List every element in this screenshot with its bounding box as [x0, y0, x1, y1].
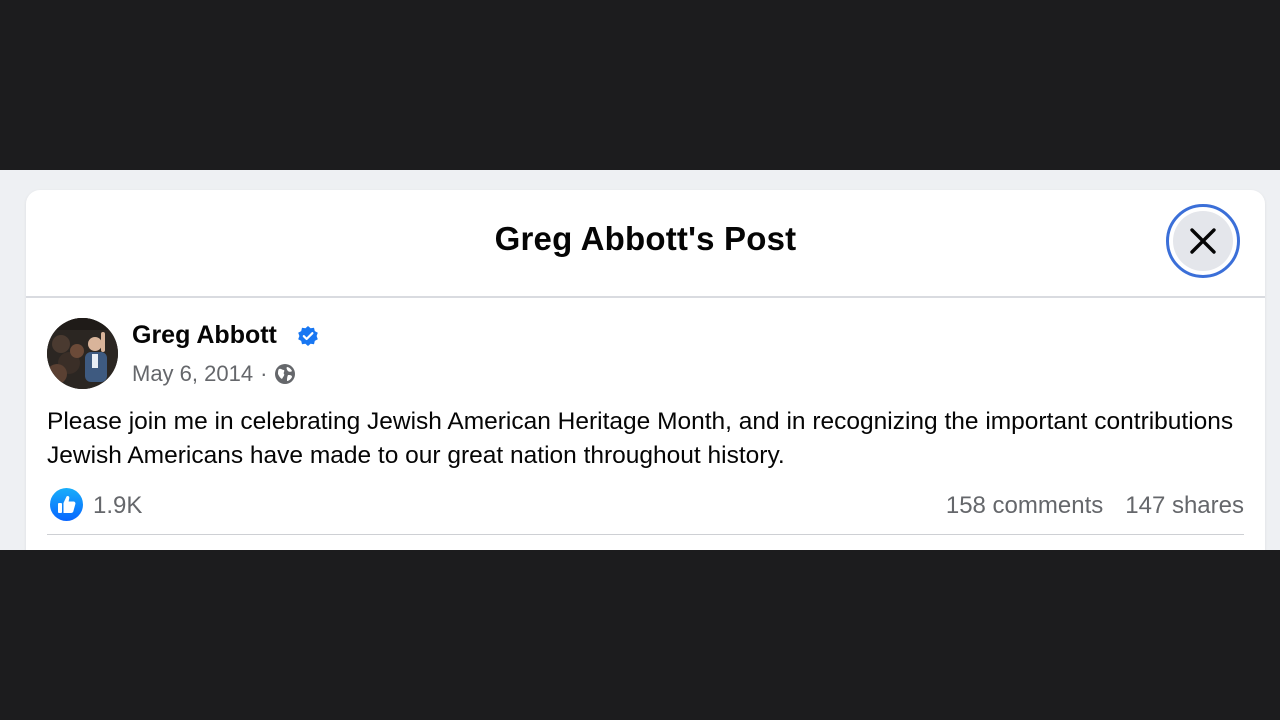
verified-badge-icon: [298, 326, 318, 346]
modal-backdrop: Greg Abbott's Post Greg Abbott May 6, 20…: [0, 170, 1280, 550]
post-date[interactable]: May 6, 2014: [132, 361, 253, 387]
close-button[interactable]: [1166, 204, 1240, 278]
like-icon[interactable]: [50, 488, 83, 521]
dialog-header: Greg Abbott's Post: [26, 190, 1265, 298]
comment-count[interactable]: 158 comments: [946, 492, 1103, 520]
engagement-counts: 158 comments 147 shares: [946, 492, 1244, 520]
author-name[interactable]: Greg Abbott: [132, 321, 277, 350]
close-icon: [1190, 228, 1216, 254]
meta-separator: ·: [260, 361, 268, 386]
globe-icon: [275, 364, 296, 384]
reaction-count[interactable]: 1.9K: [93, 492, 142, 520]
avatar[interactable]: [47, 318, 118, 389]
post-text: Please join me in celebrating Jewish Ame…: [47, 408, 1234, 469]
avatar-image: [47, 318, 118, 389]
post-stats: 1.9K 158 comments 147 shares: [47, 488, 1244, 524]
screen: Greg Abbott's Post Greg Abbott May 6, 20…: [0, 0, 1280, 720]
share-count[interactable]: 147 shares: [1125, 492, 1244, 520]
post-dialog: Greg Abbott's Post Greg Abbott May 6, 20…: [26, 190, 1265, 550]
dialog-title: Greg Abbott's Post: [494, 220, 797, 257]
post-meta: May 6, 2014 ·: [132, 361, 296, 387]
stats-divider: [47, 534, 1244, 535]
